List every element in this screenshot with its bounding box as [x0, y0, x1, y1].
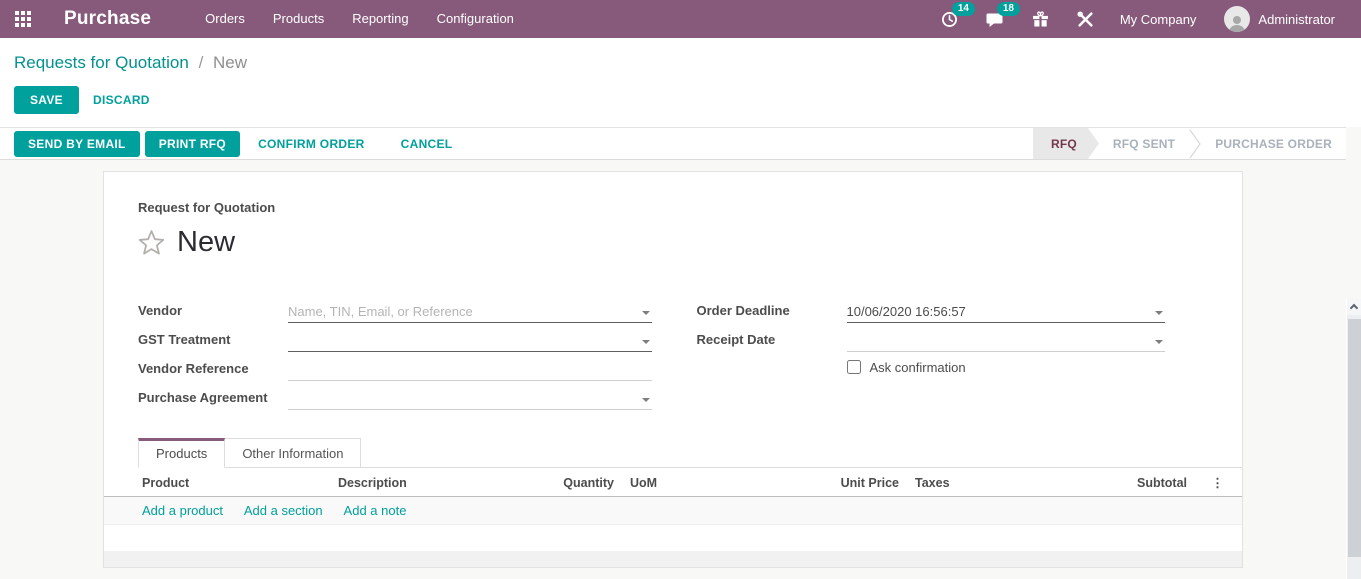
document-type-label: Request for Quotation: [138, 200, 1165, 215]
activities-button[interactable]: 14: [941, 11, 958, 28]
stage-rfq-sent[interactable]: RFQ SENT: [1099, 128, 1189, 159]
dropdown-caret-icon[interactable]: [642, 398, 650, 402]
tab-products[interactable]: Products: [138, 438, 225, 468]
breadcrumb-separator: /: [194, 53, 209, 72]
vendor-label: Vendor: [138, 303, 288, 323]
menu-configuration[interactable]: Configuration: [423, 0, 528, 38]
gst-treatment-label: GST Treatment: [138, 332, 288, 352]
stage-rfq[interactable]: RFQ: [1033, 128, 1099, 159]
chevron-up-icon: [1350, 304, 1358, 312]
discard-button[interactable]: DISCARD: [79, 87, 164, 113]
stage-chevron-icon: [1189, 128, 1201, 159]
optional-columns-icon[interactable]: ⋮: [1191, 468, 1243, 497]
print-rfq-button[interactable]: PRINT RFQ: [145, 131, 240, 157]
scrollbar-thumb[interactable]: [1348, 319, 1361, 557]
record-name: New: [177, 224, 235, 260]
save-button[interactable]: SAVE: [14, 86, 79, 114]
activities-count-badge: 14: [952, 2, 975, 16]
vendor-reference-input[interactable]: [288, 359, 652, 380]
cancel-button[interactable]: CANCEL: [388, 132, 466, 156]
form-view: Request for Quotation New Vendor GST: [0, 171, 1361, 579]
apps-menu-button[interactable]: [0, 0, 46, 38]
vendor-input[interactable]: [288, 301, 652, 322]
gst-treatment-input[interactable]: [288, 330, 652, 351]
user-menu[interactable]: Administrator: [1258, 12, 1335, 27]
scroll-up-button[interactable]: [1347, 299, 1361, 315]
notebook-tabs: Products Other Information: [138, 438, 1243, 468]
add-a-section-link[interactable]: Add a section: [244, 503, 323, 518]
tools-icon: [1077, 11, 1094, 28]
add-a-product-link[interactable]: Add a product: [142, 503, 223, 518]
empty-line-row: [104, 525, 1242, 551]
column-product[interactable]: Product: [104, 468, 338, 497]
column-taxes[interactable]: Taxes: [903, 468, 1015, 497]
column-unit-price[interactable]: Unit Price: [804, 468, 903, 497]
breadcrumb: Requests for Quotation / New: [14, 53, 1345, 73]
gift-icon: [1032, 11, 1049, 28]
confirm-order-button[interactable]: CONFIRM ORDER: [245, 132, 378, 156]
add-a-note-link[interactable]: Add a note: [344, 503, 407, 518]
ask-confirmation-label[interactable]: Ask confirmation: [870, 360, 966, 375]
column-subtotal[interactable]: Subtotal: [1015, 468, 1191, 497]
send-by-email-button[interactable]: SEND BY EMAIL: [14, 131, 140, 157]
vendor-reference-label: Vendor Reference: [138, 361, 288, 381]
top-navbar: Purchase Orders Products Reporting Confi…: [0, 0, 1361, 38]
ask-confirmation-checkbox[interactable]: [847, 360, 861, 374]
purchase-agreement-input[interactable]: [288, 388, 652, 409]
user-avatar[interactable]: [1224, 6, 1250, 32]
stage-purchase-order[interactable]: PURCHASE ORDER: [1201, 128, 1346, 159]
company-switcher[interactable]: My Company: [1120, 12, 1197, 27]
dropdown-caret-icon[interactable]: [642, 311, 650, 315]
control-panel: Requests for Quotation / New SAVE DISCAR…: [0, 38, 1361, 127]
order-deadline-label: Order Deadline: [697, 303, 847, 323]
apps-grid-icon: [15, 11, 31, 27]
support-tools-button[interactable]: [1077, 11, 1094, 28]
messages-button[interactable]: 18: [986, 11, 1004, 28]
menu-reporting[interactable]: Reporting: [338, 0, 422, 38]
dropdown-caret-icon[interactable]: [1155, 340, 1163, 344]
breadcrumb-parent-link[interactable]: Requests for Quotation: [14, 53, 189, 72]
field-group: Vendor GST Treatment Vendor Reference: [104, 260, 1242, 411]
add-line-row: Add a product Add a section Add a note: [104, 497, 1242, 525]
menu-products[interactable]: Products: [259, 0, 338, 38]
order-lines-table: Product Description Quantity UoM Unit Pr…: [104, 468, 1243, 497]
app-title: Purchase: [64, 8, 151, 30]
vertical-scrollbar[interactable]: [1346, 299, 1361, 579]
tab-other-information[interactable]: Other Information: [225, 438, 361, 468]
menu-orders[interactable]: Orders: [191, 0, 259, 38]
column-quantity[interactable]: Quantity: [524, 468, 618, 497]
messages-count-badge: 18: [997, 2, 1020, 16]
purchase-agreement-label: Purchase Agreement: [138, 390, 288, 410]
statusbar: RFQ RFQ SENT PURCHASE ORDER: [1033, 128, 1346, 159]
receipt-date-label: Receipt Date: [697, 332, 847, 352]
dropdown-caret-icon[interactable]: [1155, 311, 1163, 315]
column-uom[interactable]: UoM: [618, 468, 804, 497]
receipt-date-input[interactable]: [847, 330, 1166, 351]
order-deadline-input[interactable]: [847, 301, 1166, 322]
rewards-button[interactable]: [1032, 11, 1049, 28]
table-header-row: Product Description Quantity UoM Unit Pr…: [104, 468, 1243, 497]
person-icon: [1227, 14, 1247, 32]
breadcrumb-current: New: [213, 53, 247, 72]
form-action-bar: SEND BY EMAIL PRINT RFQ CONFIRM ORDER CA…: [0, 127, 1346, 160]
form-sheet: Request for Quotation New Vendor GST: [103, 171, 1243, 568]
dropdown-caret-icon[interactable]: [642, 340, 650, 344]
column-description[interactable]: Description: [338, 468, 524, 497]
empty-line-row: [104, 551, 1242, 567]
favorite-star-icon[interactable]: [138, 229, 165, 255]
